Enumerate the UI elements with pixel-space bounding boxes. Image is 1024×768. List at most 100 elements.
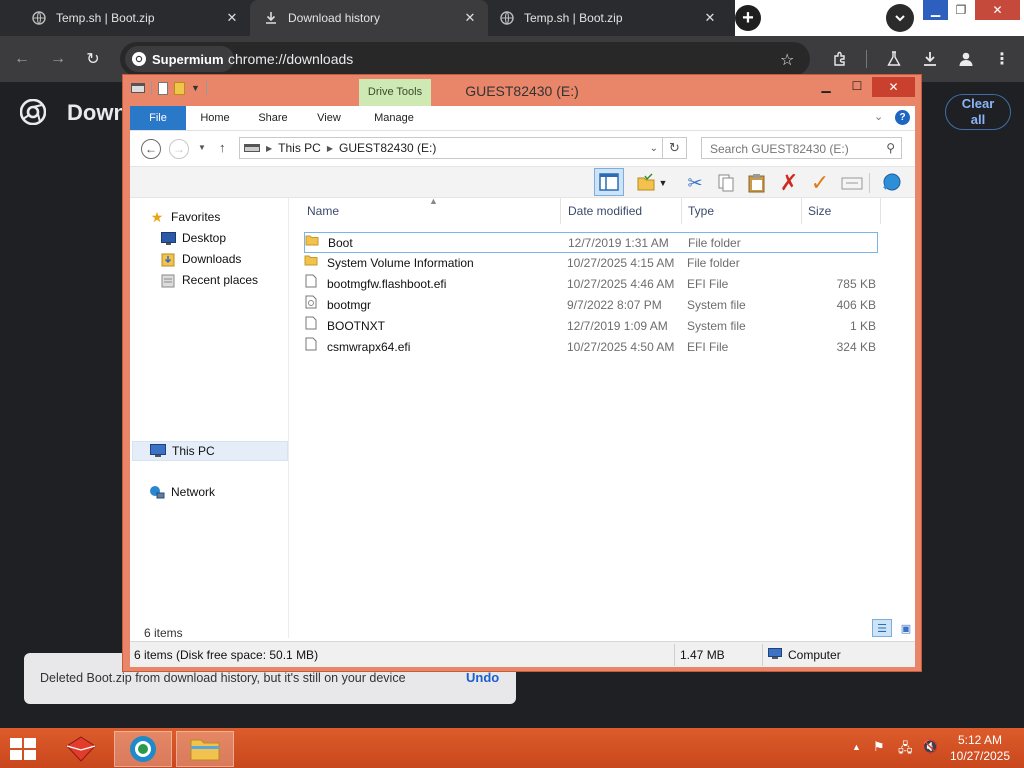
delete-icon[interactable]: ✗ xyxy=(776,170,802,196)
nav-favorites[interactable]: ★ Favorites xyxy=(149,207,221,227)
dropdown-arrow-icon[interactable]: ▼ xyxy=(656,170,670,196)
site-chip[interactable]: Supermium xyxy=(125,46,234,72)
bookmark-star-icon[interactable]: ☆ xyxy=(780,50,794,70)
labs-flask-icon[interactable] xyxy=(882,47,906,71)
column-name[interactable]: Name xyxy=(307,204,339,218)
file-row-csmwrapx64[interactable]: csmwrapx64.efi 10/27/2025 4:50 AM EFI Fi… xyxy=(304,337,878,358)
close-tab-icon[interactable]: ✕ xyxy=(462,10,478,26)
large-icons-view-icon[interactable]: ▣ xyxy=(896,619,916,637)
taskbar-app-file-explorer[interactable] xyxy=(176,731,234,767)
preview-pane-button[interactable] xyxy=(594,168,624,196)
nav-this-pc[interactable]: This PC xyxy=(132,441,288,461)
details-view-icon[interactable]: ☰ xyxy=(872,619,892,637)
chat-bubble-icon[interactable] xyxy=(878,170,904,196)
taskbar-app-toolbox[interactable] xyxy=(52,731,110,767)
column-date-modified[interactable]: Date modified xyxy=(568,204,642,218)
minimize-button[interactable]: ▁ xyxy=(813,77,839,95)
back-button[interactable]: ← xyxy=(11,48,33,70)
nav-label: Downloads xyxy=(182,252,242,266)
file-row-system-volume-information[interactable]: System Volume Information 10/27/2025 4:1… xyxy=(304,253,878,274)
taskbar: ▲ ⚑ 🖧 🔇 5:12 AM 10/27/2025 xyxy=(0,728,1024,768)
globe-icon xyxy=(32,11,46,25)
close-window-button[interactable]: ✕ xyxy=(872,77,915,97)
help-icon[interactable]: ? xyxy=(895,110,910,125)
volume-muted-icon[interactable]: 🔇 xyxy=(922,739,938,755)
computer-icon xyxy=(768,648,782,663)
nav-downloads[interactable]: Downloads xyxy=(160,249,241,269)
rename-check-icon[interactable]: ✓ xyxy=(807,170,833,196)
new-tab-button[interactable]: + xyxy=(733,4,763,32)
tab-search-button[interactable] xyxy=(886,4,914,32)
tab-share[interactable]: Share xyxy=(248,106,298,130)
status-size: 1.47 MB xyxy=(680,648,725,662)
tab-home[interactable]: Home xyxy=(190,106,240,130)
file-name: bootmgfw.flashboot.efi xyxy=(327,277,447,291)
up-arrow-icon[interactable]: ↑ xyxy=(219,140,226,155)
file-size: 324 KB xyxy=(836,340,876,354)
start-button[interactable] xyxy=(10,738,38,760)
status-divider xyxy=(762,644,763,666)
nav-recent-places[interactable]: Recent places xyxy=(160,270,258,290)
cut-icon[interactable]: ✂ xyxy=(682,170,708,196)
clear-all-button[interactable]: Clear all xyxy=(945,94,1011,130)
column-type[interactable]: Type xyxy=(688,204,714,218)
downloads-icon[interactable] xyxy=(918,47,942,71)
close-tab-icon[interactable]: ✕ xyxy=(224,10,240,26)
forward-button[interactable]: → xyxy=(169,139,189,159)
undo-button[interactable]: Undo xyxy=(466,670,499,685)
close-window-button[interactable]: ✕ xyxy=(975,0,1020,20)
file-row-bootnxt[interactable]: BOOTNXT 12/7/2019 1:09 AM System file 1 … xyxy=(304,316,878,337)
chevron-down-icon[interactable]: ⌄ xyxy=(650,143,658,154)
menu-dots-icon[interactable]: ⋮ xyxy=(990,47,1014,71)
tab-view[interactable]: View xyxy=(304,106,354,130)
tab-title: Download history xyxy=(288,11,381,25)
file-type: File folder xyxy=(687,256,740,270)
system-file-icon xyxy=(305,295,317,309)
paste-icon[interactable] xyxy=(744,170,770,196)
tab-temp-sh-2[interactable]: Temp.sh | Boot.zip ✕ xyxy=(488,0,728,36)
nav-desktop[interactable]: Desktop xyxy=(160,228,226,248)
breadcrumb-drive[interactable]: GUEST82430 (E:) xyxy=(339,141,436,155)
address-box[interactable]: ▶ This PC ▶ GUEST82430 (E:) ⌄ xyxy=(239,137,663,159)
file-row-boot[interactable]: Boot 12/7/2019 1:31 AM File folder xyxy=(304,232,878,253)
tab-download-history[interactable]: Download history ✕ xyxy=(250,0,488,36)
file-row-bootmgr[interactable]: bootmgr 9/7/2022 8:07 PM System file 406… xyxy=(304,295,878,316)
profile-icon[interactable] xyxy=(954,47,978,71)
recent-locations-icon[interactable]: ▼ xyxy=(198,143,206,152)
refresh-button[interactable]: ↻ xyxy=(663,137,687,159)
network-status-icon[interactable]: 🖧 xyxy=(898,739,913,761)
properties-icon[interactable] xyxy=(839,170,865,196)
nav-network[interactable]: Network xyxy=(149,482,215,502)
search-input[interactable]: Search GUEST82430 (E:) ⚲ xyxy=(701,137,902,159)
folder-check-icon xyxy=(637,173,655,191)
plus-icon: + xyxy=(735,5,761,31)
status-location: Computer xyxy=(788,648,841,662)
maximize-button[interactable]: ☐ xyxy=(845,77,869,95)
copy-icon[interactable] xyxy=(713,170,739,196)
file-row-bootmgfw[interactable]: bootmgfw.flashboot.efi 10/27/2025 4:46 A… xyxy=(304,274,878,295)
file-type: EFI File xyxy=(687,277,729,291)
system-clock[interactable]: 5:12 AM 10/27/2025 xyxy=(944,732,1016,764)
tab-title: Temp.sh | Boot.zip xyxy=(56,11,155,25)
expand-ribbon-icon[interactable]: ⌄ xyxy=(874,110,883,123)
sort-ascending-icon: ▲ xyxy=(429,196,438,206)
column-size[interactable]: Size xyxy=(808,204,831,218)
star-icon: ★ xyxy=(150,208,164,225)
tab-manage[interactable]: Manage xyxy=(366,106,422,130)
explorer-title-bar[interactable]: ▼ Drive Tools GUEST82430 (E:) ▁ ☐ ✕ xyxy=(123,75,921,106)
extensions-icon[interactable] xyxy=(828,47,852,71)
tab-temp-sh-1[interactable]: Temp.sh | Boot.zip ✕ xyxy=(10,0,250,36)
reload-button[interactable]: ↻ xyxy=(82,48,104,70)
address-bar[interactable]: Supermium chrome://downloads ☆ xyxy=(120,42,810,76)
toast-message: Deleted Boot.zip from download history, … xyxy=(40,671,406,685)
breadcrumb-this-pc[interactable]: This PC xyxy=(278,141,321,155)
show-hidden-icons-icon[interactable]: ▲ xyxy=(852,742,861,752)
minimize-button[interactable]: ▁ xyxy=(923,0,948,20)
restore-button[interactable]: ❐ xyxy=(950,0,972,20)
action-center-flag-icon[interactable]: ⚑ xyxy=(873,739,885,755)
tab-file[interactable]: File xyxy=(130,106,186,130)
back-button[interactable]: ← xyxy=(141,139,161,159)
close-tab-icon[interactable]: ✕ xyxy=(702,10,718,26)
taskbar-app-browser[interactable] xyxy=(114,731,172,767)
forward-button[interactable]: → xyxy=(47,48,69,70)
